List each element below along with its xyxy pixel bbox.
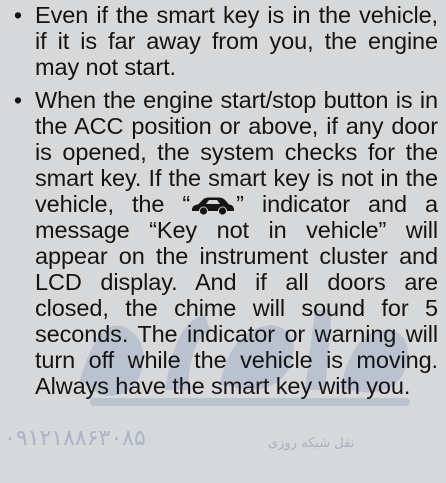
- watermark-caption: نقل شبکه روزی: [268, 436, 355, 451]
- bullet-text-part-2: ” indicator and a message “Key not in ve…: [35, 191, 438, 399]
- bullet-item-key-distance: • Even if the smart key is in the vehicl…: [0, 2, 446, 80]
- bullet-text: Even if the smart key is in the vehicle,…: [35, 2, 438, 80]
- bullet-list: • Even if the smart key is in the vehicl…: [0, 2, 446, 399]
- car-key-warning-icon: [190, 195, 236, 215]
- bullet-item-key-not-in-vehicle: • When the engine start/stop button is i…: [0, 87, 446, 399]
- watermark-phone-number: ۰۹۱۲۱۸۸۶۳۰۸۵: [4, 426, 146, 451]
- bullet-point: •: [13, 87, 23, 113]
- manual-page: • Even if the smart key is in the vehicl…: [0, 0, 446, 483]
- bullet-point: •: [13, 2, 23, 28]
